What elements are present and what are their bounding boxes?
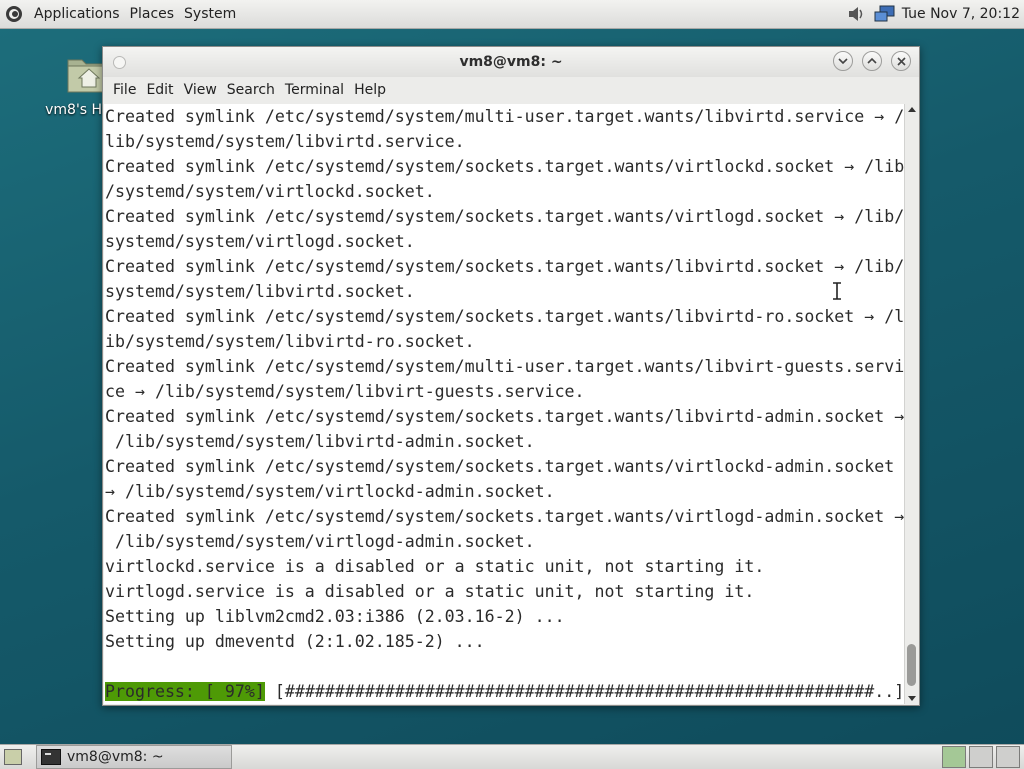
workspace-switcher — [939, 746, 1020, 768]
terminal-line: systemd/system/libvirtd.socket. — [105, 282, 415, 301]
terminal-line: Created symlink /etc/systemd/system/sock… — [105, 507, 904, 526]
network-icon[interactable] — [874, 4, 896, 24]
scrollbar-thumb[interactable] — [907, 644, 916, 686]
window-title: vm8@vm8: ~ — [459, 54, 563, 70]
apt-progress-line: Progress: [ 97%] [######################… — [105, 679, 904, 704]
terminal-line: Created symlink /etc/systemd/system/mult… — [105, 107, 904, 126]
workspace-2[interactable] — [969, 746, 993, 768]
scroll-down-arrow-icon[interactable] — [908, 696, 916, 701]
terminal-line: ib/systemd/system/libvirtd-ro.socket. — [105, 332, 475, 351]
terminal-line: /lib/systemd/system/virtlogd-admin.socke… — [105, 532, 535, 551]
terminal-line: /systemd/system/virtlockd.socket. — [105, 182, 435, 201]
menu-search[interactable]: Search — [223, 82, 279, 98]
debian-logo-icon[interactable] — [4, 4, 24, 24]
terminal-scrollbar[interactable] — [904, 104, 919, 704]
terminal-line: Setting up dmeventd (2:1.02.185-2) ... — [105, 632, 485, 651]
show-desktop-icon[interactable] — [4, 749, 22, 765]
volume-icon[interactable] — [846, 4, 868, 24]
terminal-line: virtlogd.service is a disabled or a stat… — [105, 582, 755, 601]
menu-view[interactable]: View — [180, 82, 221, 98]
terminal-output[interactable]: Created symlink /etc/systemd/system/mult… — [104, 104, 904, 704]
terminal-line: systemd/system/virtlogd.socket. — [105, 232, 415, 251]
window-menu-icon[interactable] — [113, 56, 126, 69]
chevron-down-icon — [838, 58, 848, 65]
taskbar-terminal-label: vm8@vm8: ~ — [67, 749, 164, 765]
terminal-menubar: File Edit View Search Terminal Help — [103, 77, 919, 103]
window-titlebar[interactable]: vm8@vm8: ~ — [103, 47, 919, 77]
clock[interactable]: Tue Nov 7, 20:12 — [902, 6, 1020, 22]
minimize-button[interactable] — [833, 51, 853, 71]
maximize-button[interactable] — [862, 51, 882, 71]
terminal-line: lib/systemd/system/libvirtd.service. — [105, 132, 465, 151]
progress-bar-text: [#######################################… — [264, 682, 904, 701]
close-icon — [896, 56, 906, 66]
terminal-line: Setting up liblvm2cmd2.03:i386 (2.03.16-… — [105, 607, 565, 626]
taskbar-terminal-button[interactable]: vm8@vm8: ~ — [36, 745, 232, 769]
terminal-line: Created symlink /etc/systemd/system/sock… — [105, 207, 904, 226]
places-menu[interactable]: Places — [126, 6, 179, 22]
menu-terminal[interactable]: Terminal — [281, 82, 348, 98]
text-cursor-icon — [833, 282, 841, 300]
terminal-line: → /lib/systemd/system/virtlockd-admin.so… — [105, 482, 555, 501]
workspace-3[interactable] — [996, 746, 1020, 768]
workspace-1[interactable] — [942, 746, 966, 768]
top-panel: Applications Places System Tue Nov 7, 20… — [0, 0, 1024, 29]
close-button[interactable] — [891, 51, 911, 71]
terminal-line: Created symlink /etc/systemd/system/sock… — [105, 157, 904, 176]
menu-help[interactable]: Help — [350, 82, 390, 98]
applications-menu[interactable]: Applications — [30, 6, 124, 22]
terminal-icon — [41, 749, 61, 765]
menu-file[interactable]: File — [109, 82, 140, 98]
terminal-line: Created symlink /etc/systemd/system/sock… — [105, 407, 904, 426]
menu-edit[interactable]: Edit — [142, 82, 177, 98]
terminal-line: Created symlink /etc/systemd/system/mult… — [105, 357, 904, 376]
scroll-up-arrow-icon[interactable] — [908, 107, 916, 112]
terminal-line: virtlockd.service is a disabled or a sta… — [105, 557, 765, 576]
progress-label: Progress: [ 97%] — [105, 682, 265, 701]
chevron-up-icon — [867, 57, 877, 64]
terminal-line: Created symlink /etc/systemd/system/sock… — [105, 257, 904, 276]
terminal-line: ce → /lib/systemd/system/libvirt-guests.… — [105, 382, 585, 401]
system-menu[interactable]: System — [180, 6, 240, 22]
bottom-panel: vm8@vm8: ~ — [0, 744, 1024, 769]
terminal-line: /lib/systemd/system/libvirtd-admin.socke… — [105, 432, 535, 451]
terminal-line: Created symlink /etc/systemd/system/sock… — [105, 307, 904, 326]
terminal-window[interactable]: vm8@vm8: ~ File Edit View Search Termina… — [102, 46, 920, 706]
terminal-line: Created symlink /etc/systemd/system/sock… — [105, 457, 895, 476]
